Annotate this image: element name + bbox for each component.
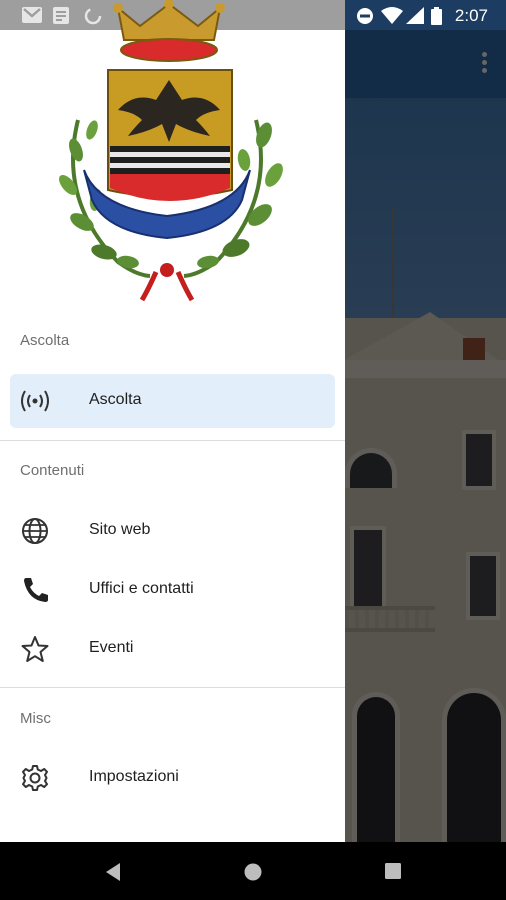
battery-icon bbox=[431, 7, 442, 25]
signal-icon bbox=[406, 7, 424, 24]
nav-item-uffici-e-contatti[interactable]: Uffici e contatti bbox=[10, 563, 335, 617]
nav-item-label: Uffici e contatti bbox=[89, 580, 194, 597]
back-icon[interactable] bbox=[104, 862, 122, 882]
recents-icon[interactable] bbox=[384, 862, 402, 880]
section-label-contenuti: Contenuti bbox=[20, 462, 85, 479]
section-label-ascolta: Ascolta bbox=[20, 332, 70, 349]
nav-item-label: Sito web bbox=[89, 521, 151, 538]
do-not-disturb-icon bbox=[357, 8, 373, 24]
nav-item-label: Ascolta bbox=[89, 391, 142, 408]
navigation-drawer: Ascolta Ascolta Contenuti Sito web Uffic… bbox=[0, 0, 345, 842]
nav-item-ascolta[interactable]: Ascolta bbox=[10, 374, 335, 428]
radio-waves-icon bbox=[21, 390, 49, 412]
section-label-misc: Misc bbox=[20, 710, 51, 727]
nav-item-sito-web[interactable]: Sito web bbox=[10, 504, 335, 558]
globe-icon bbox=[22, 518, 48, 544]
divider bbox=[0, 440, 345, 441]
coat-of-arms bbox=[59, 0, 283, 302]
status-time: 2:07 bbox=[454, 6, 488, 25]
wifi-icon bbox=[381, 7, 403, 24]
home-icon[interactable] bbox=[243, 862, 263, 882]
star-icon bbox=[21, 636, 49, 662]
system-nav-bar bbox=[0, 842, 506, 900]
gear-icon bbox=[22, 765, 48, 791]
phone-icon bbox=[24, 578, 48, 602]
nav-item-label: Eventi bbox=[89, 639, 134, 656]
nav-item-label: Impostazioni bbox=[89, 768, 179, 785]
divider bbox=[0, 687, 345, 688]
nav-item-impostazioni[interactable]: Impostazioni bbox=[10, 751, 335, 805]
nav-item-eventi[interactable]: Eventi bbox=[10, 622, 335, 676]
